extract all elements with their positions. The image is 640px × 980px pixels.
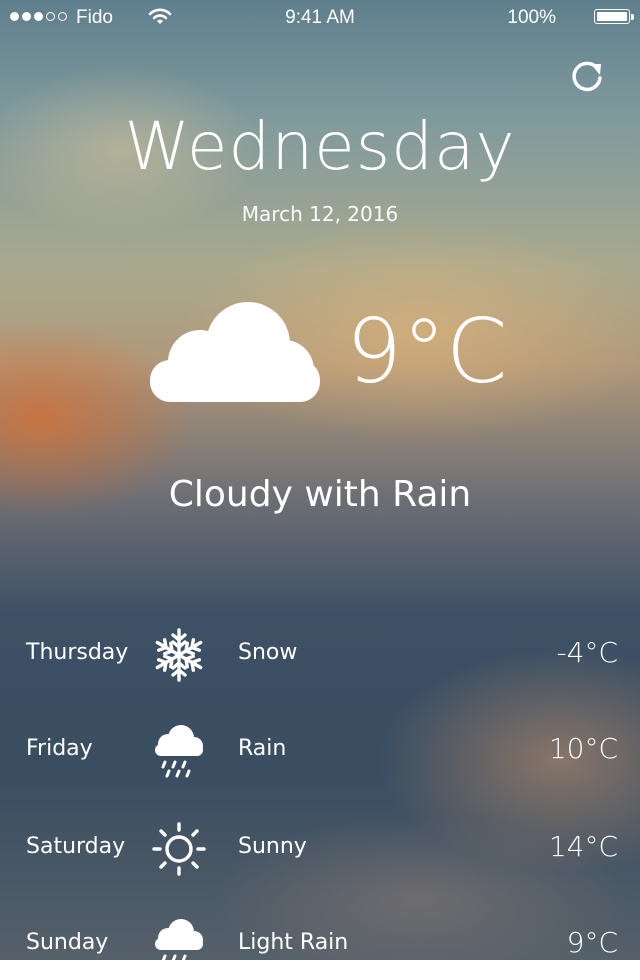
forecast-day: Sunday [26, 930, 109, 955]
rain-cloud-icon [155, 919, 203, 963]
forecast-condition: Rain [238, 736, 287, 761]
sun-icon [152, 822, 206, 876]
forecast-temperature: 14°C [548, 830, 618, 863]
forecast-temperature: 10°C [548, 732, 618, 765]
current-temperature: 9°C [346, 300, 508, 403]
forecast-day: Friday [26, 736, 93, 761]
forecast-condition: Snow [238, 640, 298, 665]
status-bar: Fido 9:41 AM 100% [0, 0, 640, 36]
forecast-row: Saturday Sunny 14°C [0, 814, 640, 884]
forecast-condition: Light Rain [238, 930, 349, 955]
forecast-temperature: -4°C [556, 636, 618, 669]
forecast-day: Thursday [26, 640, 129, 665]
forecast-row: Thursday Snow -4°C [0, 620, 640, 690]
date-label: March 12, 2016 [241, 202, 399, 226]
forecast-row: Friday Rain 10°C [0, 716, 640, 786]
snowflake-icon [152, 628, 206, 682]
refresh-icon[interactable] [566, 56, 608, 98]
forecast-temperature: 9°C [566, 926, 618, 959]
current-condition: Cloudy with Rain [168, 474, 472, 515]
battery-percent: 100% [507, 7, 556, 28]
battery-icon [594, 9, 634, 24]
forecast-row: Sunday Light Rain 9°C [0, 910, 640, 980]
forecast-condition: Sunny [238, 834, 307, 859]
cloud-icon [150, 302, 320, 402]
forecast-day: Saturday [26, 834, 126, 859]
rain-cloud-icon [155, 725, 203, 778]
day-title: Wednesday [124, 108, 516, 185]
